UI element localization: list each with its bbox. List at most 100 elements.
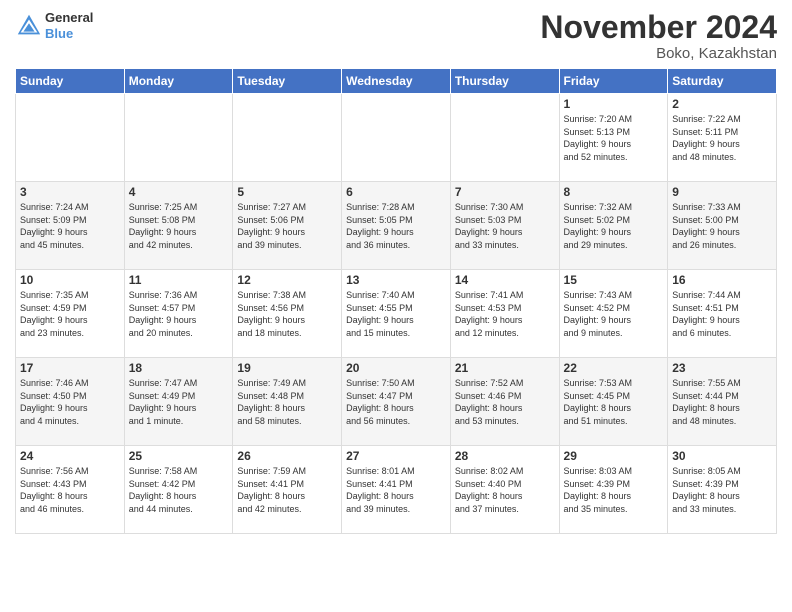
day-number: 6: [346, 185, 446, 199]
table-row: [16, 94, 125, 182]
table-row: [342, 94, 451, 182]
day-number: 19: [237, 361, 337, 375]
day-info: Sunrise: 7:38 AM Sunset: 4:56 PM Dayligh…: [237, 289, 337, 339]
table-row: [450, 94, 559, 182]
day-info: Sunrise: 7:32 AM Sunset: 5:02 PM Dayligh…: [564, 201, 664, 251]
day-number: 15: [564, 273, 664, 287]
table-row: 7Sunrise: 7:30 AM Sunset: 5:03 PM Daylig…: [450, 182, 559, 270]
day-info: Sunrise: 7:55 AM Sunset: 4:44 PM Dayligh…: [672, 377, 772, 427]
table-row: 27 Sunrise: 8:01 AM Sunset: 4:41 PM Dayli…: [342, 446, 451, 534]
calendar-week-row: 10 Sunrise: 7:35 AM Sunset: 4:59 PM Dayli…: [16, 270, 777, 358]
logo-text: General Blue: [45, 10, 93, 41]
table-row: 10 Sunrise: 7:35 AM Sunset: 4:59 PM Dayli…: [16, 270, 125, 358]
title-block: November 2024 Boko, Kazakhstan: [540, 10, 777, 62]
col-wednesday: Wednesday: [342, 69, 451, 94]
day-number: 30: [672, 449, 772, 463]
day-number: 4: [129, 185, 229, 199]
day-number: 16: [672, 273, 772, 287]
day-info: Sunrise: 7:53 AM Sunset: 4:45 PM Dayligh…: [564, 377, 664, 427]
table-row: 12 Sunrise: 7:38 AM Sunset: 4:56 PM Dayli…: [233, 270, 342, 358]
day-info: Sunrise: 7:41 AM Sunset: 4:53 PM Dayligh…: [455, 289, 555, 339]
table-row: 29 Sunrise: 8:03 AM Sunset: 4:39 PM Dayli…: [559, 446, 668, 534]
day-info: Sunrise: 7:35 AM Sunset: 4:59 PM Dayligh…: [20, 289, 120, 339]
day-info: Sunrise: 7:27 AM Sunset: 5:06 PM Dayligh…: [237, 201, 337, 251]
calendar-week-row: 3Sunrise: 7:24 AM Sunset: 5:09 PM Daylig…: [16, 182, 777, 270]
logo-blue: Blue: [45, 26, 93, 42]
table-row: 9Sunrise: 7:33 AM Sunset: 5:00 PM Daylig…: [668, 182, 777, 270]
day-info: Sunrise: 7:20 AM Sunset: 5:13 PM Dayligh…: [564, 113, 664, 163]
day-number: 23: [672, 361, 772, 375]
calendar-page: General Blue November 2024 Boko, Kazakhs…: [0, 0, 792, 612]
day-info: Sunrise: 7:56 AM Sunset: 4:43 PM Dayligh…: [20, 465, 120, 515]
day-info: Sunrise: 8:05 AM Sunset: 4:39 PM Dayligh…: [672, 465, 772, 515]
location: Boko, Kazakhstan: [540, 45, 777, 62]
table-row: 2Sunrise: 7:22 AM Sunset: 5:11 PM Daylig…: [668, 94, 777, 182]
day-number: 1: [564, 97, 664, 111]
day-number: 25: [129, 449, 229, 463]
table-row: [124, 94, 233, 182]
day-number: 3: [20, 185, 120, 199]
day-info: Sunrise: 8:03 AM Sunset: 4:39 PM Dayligh…: [564, 465, 664, 515]
day-number: 21: [455, 361, 555, 375]
col-friday: Friday: [559, 69, 668, 94]
table-row: 11 Sunrise: 7:36 AM Sunset: 4:57 PM Dayli…: [124, 270, 233, 358]
day-number: 26: [237, 449, 337, 463]
day-info: Sunrise: 8:01 AM Sunset: 4:41 PM Dayligh…: [346, 465, 446, 515]
table-row: 14 Sunrise: 7:41 AM Sunset: 4:53 PM Dayli…: [450, 270, 559, 358]
table-row: 22 Sunrise: 7:53 AM Sunset: 4:45 PM Dayli…: [559, 358, 668, 446]
table-row: 19 Sunrise: 7:49 AM Sunset: 4:48 PM Dayli…: [233, 358, 342, 446]
table-row: 16 Sunrise: 7:44 AM Sunset: 4:51 PM Dayli…: [668, 270, 777, 358]
table-row: 13Sunrise: 7:40 AM Sunset: 4:55 PM Dayli…: [342, 270, 451, 358]
day-info: Sunrise: 7:44 AM Sunset: 4:51 PM Dayligh…: [672, 289, 772, 339]
day-number: 11: [129, 273, 229, 287]
calendar-table: Sunday Monday Tuesday Wednesday Thursday…: [15, 68, 777, 534]
day-number: 29: [564, 449, 664, 463]
table-row: 17 Sunrise: 7:46 AM Sunset: 4:50 PM Dayli…: [16, 358, 125, 446]
table-row: 24 Sunrise: 7:56 AM Sunset: 4:43 PM Dayli…: [16, 446, 125, 534]
table-row: 28 Sunrise: 8:02 AM Sunset: 4:40 PM Dayli…: [450, 446, 559, 534]
col-thursday: Thursday: [450, 69, 559, 94]
table-row: 25 Sunrise: 7:58 AM Sunset: 4:42 PM Dayli…: [124, 446, 233, 534]
table-row: 21 Sunrise: 7:52 AM Sunset: 4:46 PM Dayli…: [450, 358, 559, 446]
table-row: 4 Sunrise: 7:25 AM Sunset: 5:08 PM Daylig…: [124, 182, 233, 270]
logo: General Blue: [15, 10, 93, 41]
day-number: 9: [672, 185, 772, 199]
table-row: 20 Sunrise: 7:50 AM Sunset: 4:47 PM Dayli…: [342, 358, 451, 446]
day-number: 10: [20, 273, 120, 287]
day-number: 22: [564, 361, 664, 375]
day-info: Sunrise: 8:02 AM Sunset: 4:40 PM Dayligh…: [455, 465, 555, 515]
day-number: 24: [20, 449, 120, 463]
month-title: November 2024: [540, 10, 777, 45]
day-info: Sunrise: 7:46 AM Sunset: 4:50 PM Dayligh…: [20, 377, 120, 427]
table-row: 26 Sunrise: 7:59 AM Sunset: 4:41 PM Dayli…: [233, 446, 342, 534]
col-tuesday: Tuesday: [233, 69, 342, 94]
day-number: 8: [564, 185, 664, 199]
table-row: [233, 94, 342, 182]
col-sunday: Sunday: [16, 69, 125, 94]
day-info: Sunrise: 7:50 AM Sunset: 4:47 PM Dayligh…: [346, 377, 446, 427]
day-number: 27: [346, 449, 446, 463]
day-info: Sunrise: 7:49 AM Sunset: 4:48 PM Dayligh…: [237, 377, 337, 427]
day-number: 28: [455, 449, 555, 463]
day-number: 12: [237, 273, 337, 287]
day-number: 17: [20, 361, 120, 375]
day-info: Sunrise: 7:25 AM Sunset: 5:08 PM Dayligh…: [129, 201, 229, 251]
day-number: 5: [237, 185, 337, 199]
day-number: 14: [455, 273, 555, 287]
calendar-week-row: 17 Sunrise: 7:46 AM Sunset: 4:50 PM Dayli…: [16, 358, 777, 446]
table-row: 6Sunrise: 7:28 AM Sunset: 5:05 PM Daylig…: [342, 182, 451, 270]
day-info: Sunrise: 7:30 AM Sunset: 5:03 PM Dayligh…: [455, 201, 555, 251]
day-info: Sunrise: 7:36 AM Sunset: 4:57 PM Dayligh…: [129, 289, 229, 339]
table-row: 23 Sunrise: 7:55 AM Sunset: 4:44 PM Dayli…: [668, 358, 777, 446]
table-row: 30 Sunrise: 8:05 AM Sunset: 4:39 PM Dayli…: [668, 446, 777, 534]
day-info: Sunrise: 7:59 AM Sunset: 4:41 PM Dayligh…: [237, 465, 337, 515]
table-row: 1 Sunrise: 7:20 AM Sunset: 5:13 PM Daylig…: [559, 94, 668, 182]
day-info: Sunrise: 7:52 AM Sunset: 4:46 PM Dayligh…: [455, 377, 555, 427]
day-info: Sunrise: 7:58 AM Sunset: 4:42 PM Dayligh…: [129, 465, 229, 515]
day-number: 20: [346, 361, 446, 375]
table-row: 5 Sunrise: 7:27 AM Sunset: 5:06 PM Daylig…: [233, 182, 342, 270]
calendar-week-row: 1 Sunrise: 7:20 AM Sunset: 5:13 PM Daylig…: [16, 94, 777, 182]
table-row: 3Sunrise: 7:24 AM Sunset: 5:09 PM Daylig…: [16, 182, 125, 270]
day-number: 2: [672, 97, 772, 111]
table-row: 18Sunrise: 7:47 AM Sunset: 4:49 PM Dayli…: [124, 358, 233, 446]
